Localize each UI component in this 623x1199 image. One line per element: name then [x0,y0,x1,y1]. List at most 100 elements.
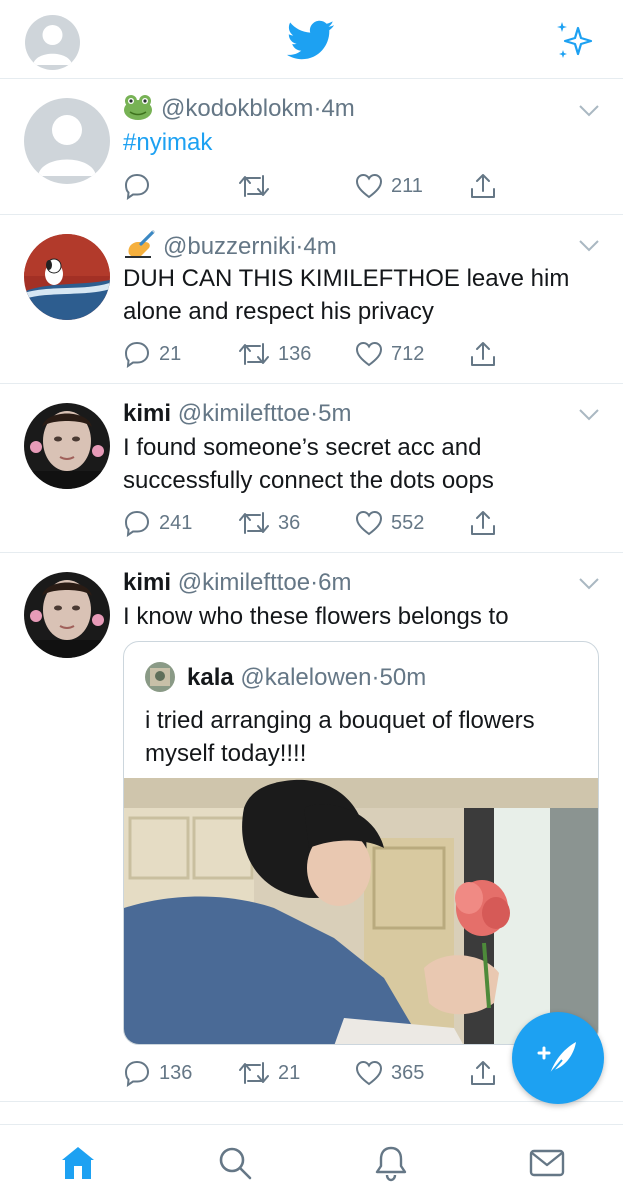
user-handle[interactable]: @kodokblokm [161,95,313,122]
search-icon[interactable] [215,1143,255,1183]
reply-count: 136 [159,1061,193,1084]
retweet-button[interactable]: 36 [238,508,300,538]
separator-dot: · [310,569,319,596]
share-button[interactable] [469,171,497,201]
sparkle-icon[interactable] [554,20,594,60]
top-navigation-bar [0,0,623,79]
chevron-down-icon[interactable] [578,104,600,118]
retweet-button[interactable] [238,171,278,201]
avatar[interactable] [24,234,110,320]
like-count: 365 [391,1061,425,1084]
avatar[interactable] [24,98,110,184]
reply-icon [124,341,150,368]
twitter-logo-icon[interactable] [287,20,335,60]
quoted-header: kala @kalelowen·50m [187,663,426,693]
retweet-count: 136 [278,342,312,365]
heart-icon [355,1060,383,1086]
avatar-image [24,403,110,489]
tweet-header: kimi @kimilefttoe·5m [123,399,351,429]
like-button[interactable]: 211 [355,171,423,201]
like-button[interactable]: 552 [355,508,424,538]
timestamp[interactable]: 4m [321,95,354,122]
separator-dot: · [371,664,380,691]
reply-count: 241 [159,511,193,534]
tweet-item[interactable]: @kodokblokm·4m #nyimak 211 [0,80,623,215]
tweet-item[interactable]: kimi @kimilefttoe·6m I know who these fl… [0,553,623,1102]
like-count: 552 [391,511,425,534]
share-button[interactable] [469,339,497,369]
share-icon [471,511,495,535]
tweet-actions: 211 [123,171,523,201]
writing-hand-emoji-icon [125,230,155,258]
quoted-avatar[interactable] [145,662,175,692]
like-button[interactable]: 712 [355,339,424,369]
heart-icon [355,341,383,367]
avatar[interactable] [24,572,110,658]
user-handle[interactable]: @kimilefttoe [178,569,310,596]
bottom-navigation-bar [0,1124,623,1199]
share-button[interactable] [469,508,497,538]
reply-button[interactable] [123,171,159,201]
user-handle[interactable]: @kimilefttoe [178,400,310,427]
quoted-text: i tried arranging a bouquet of flowers m… [145,707,535,767]
chevron-down-icon[interactable] [578,408,600,422]
profile-avatar[interactable] [25,15,80,70]
default-avatar-icon [33,25,72,65]
tweet-text[interactable]: #nyimak [123,126,593,159]
share-button[interactable] [469,1058,497,1088]
tweet-text[interactable]: DUH CAN THIS KIMILEFTHOE leave him alone… [123,262,593,328]
tweet-actions: 21 136 712 [123,339,523,369]
retweet-icon [239,343,269,365]
retweet-icon [239,512,269,534]
chevron-down-icon[interactable] [578,577,600,591]
tweet-header: @buzzerniki·4m [123,230,337,262]
reply-icon [124,173,150,200]
tweet-text[interactable]: I found someone’s secret acc and success… [123,431,593,497]
timestamp[interactable]: 4m [303,233,336,260]
frog-emoji-icon [124,95,152,120]
compose-tweet-button[interactable] [512,1012,604,1104]
avatar[interactable] [24,403,110,489]
tweet-item[interactable]: @buzzerniki·4m DUH CAN THIS KIMILEFTHOE … [0,215,623,384]
reply-count: 21 [159,342,182,365]
quoted-display-name[interactable]: kala [187,664,234,691]
like-button[interactable]: 365 [355,1058,424,1088]
share-icon [471,1061,495,1085]
display-name[interactable]: kimi [123,569,171,596]
tweet-header: kimi @kimilefttoe·6m [123,568,351,598]
retweet-icon [239,175,269,197]
reply-button[interactable]: 136 [123,1058,192,1088]
timestamp[interactable]: 6m [318,569,351,596]
home-icon[interactable] [58,1143,98,1183]
share-icon [471,342,495,366]
avatar-image [145,662,175,692]
retweet-count: 36 [278,511,301,534]
timestamp[interactable]: 5m [318,400,351,427]
like-count: 712 [391,342,425,365]
heart-icon [355,510,383,536]
retweet-icon [239,1062,269,1084]
share-icon [471,174,495,198]
reply-icon [124,1060,150,1087]
reply-button[interactable]: 241 [123,508,192,538]
like-count: 211 [391,174,423,197]
tweet-actions: 136 21 365 [123,1058,523,1088]
reply-icon [124,510,150,537]
tweet-text[interactable]: I know who these flowers belongs to [123,600,593,633]
display-name[interactable]: kimi [123,400,171,427]
quoted-photo[interactable] [124,778,599,1045]
retweet-button[interactable]: 136 [238,339,311,369]
quoted-timestamp: 50m [379,664,427,691]
notifications-icon[interactable] [371,1143,411,1183]
reply-button[interactable]: 21 [123,339,181,369]
compose-feather-icon [537,1042,576,1075]
quoted-tweet-card[interactable]: kala @kalelowen·50m i tried arranging a … [123,641,599,1045]
tweet-header: @kodokblokm·4m [123,94,355,124]
user-handle[interactable]: @buzzerniki [163,233,295,260]
retweet-button[interactable]: 21 [238,1058,300,1088]
quoted-handle[interactable]: @kalelowen [240,664,371,691]
separator-dot: · [310,400,319,427]
chevron-down-icon[interactable] [578,239,600,253]
tweet-item[interactable]: kimi @kimilefttoe·5m I found someone’s s… [0,384,623,553]
messages-icon[interactable] [527,1143,567,1183]
